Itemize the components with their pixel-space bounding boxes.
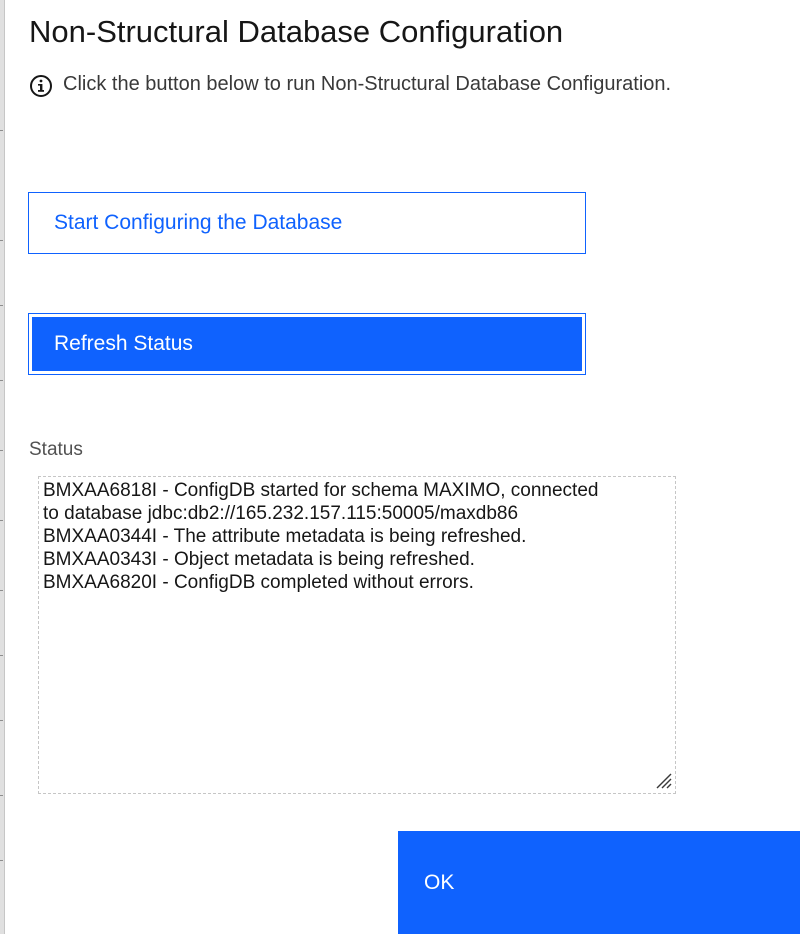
edge-mark (0, 380, 3, 381)
status-textarea[interactable]: BMXAA6818I - ConfigDB started for schema… (38, 476, 676, 794)
config-dialog: Non-Structural Database Configuration Cl… (5, 0, 800, 934)
edge-mark (0, 240, 3, 241)
edge-mark (0, 590, 3, 591)
resize-handle-icon[interactable] (653, 770, 673, 790)
status-line: to database jdbc:db2://165.232.157.115:5… (43, 503, 519, 524)
ok-button[interactable]: OK (398, 831, 800, 934)
info-text: Click the button below to run Non-Struct… (63, 72, 672, 95)
status-label: Status (29, 439, 83, 460)
start-configuring-button[interactable]: Start Configuring the Database (28, 192, 586, 254)
edge-mark (0, 450, 3, 451)
edge-mark (0, 655, 3, 656)
refresh-status-button[interactable]: Refresh Status (28, 313, 586, 375)
info-message: Click the button below to run Non-Struct… (29, 70, 671, 98)
edge-mark (0, 795, 3, 796)
edge-mark (0, 520, 3, 521)
status-line: BMXAA0343I - Object metadata is being re… (43, 549, 475, 570)
dialog-title: Non-Structural Database Configuration (29, 14, 564, 49)
edge-mark (0, 860, 3, 861)
status-line: BMXAA0344I - The attribute metadata is b… (43, 526, 527, 547)
status-line: BMXAA6820I - ConfigDB completed without … (43, 572, 474, 593)
info-icon (30, 75, 52, 97)
status-line: BMXAA6818I - ConfigDB started for schema… (43, 480, 599, 501)
refresh-status-label: Refresh Status (32, 317, 582, 371)
edge-mark (0, 130, 3, 131)
edge-mark (0, 305, 3, 306)
edge-mark (0, 720, 3, 721)
